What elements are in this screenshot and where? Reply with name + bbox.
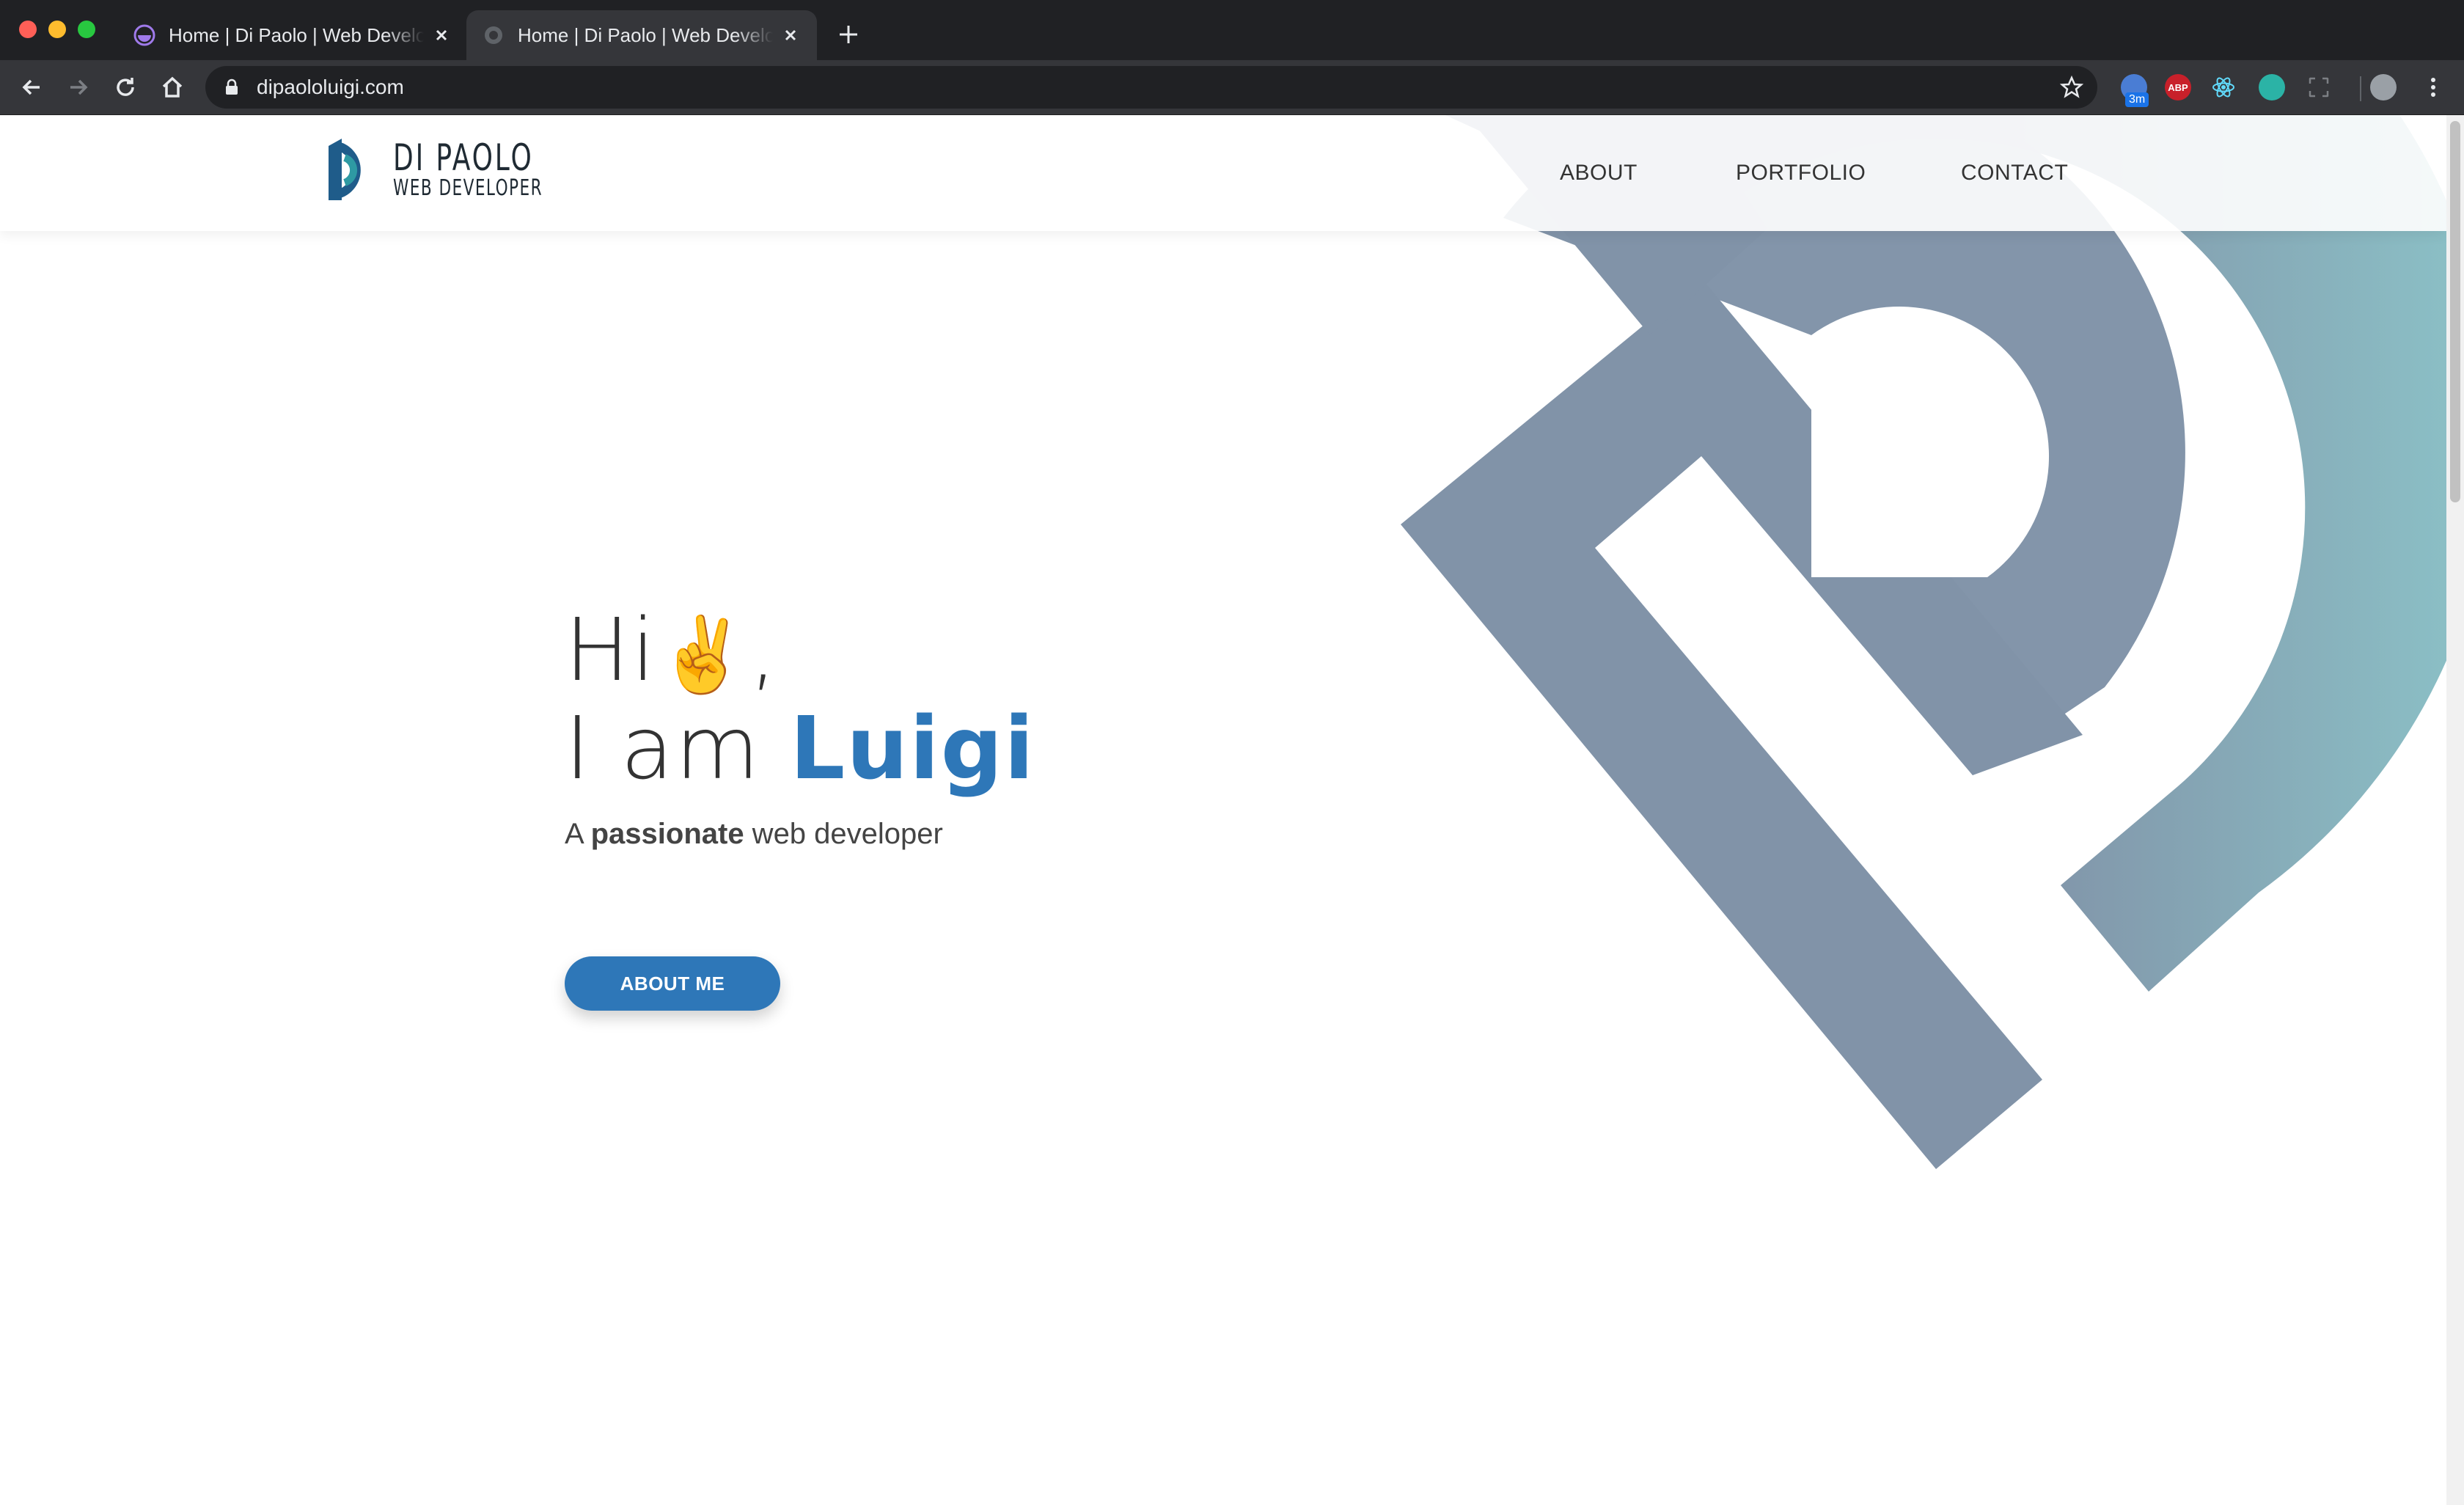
new-tab-icon[interactable] — [836, 22, 861, 47]
adblock-label: ABP — [2168, 81, 2188, 93]
nav-portfolio[interactable]: PORTFOLIO — [1736, 161, 1866, 186]
intro-text: I am — [565, 697, 791, 799]
greeting-text: Hi — [565, 599, 657, 700]
lock-icon[interactable] — [223, 78, 241, 96]
hero-intro: I am Luigi — [565, 705, 1035, 791]
browser-tab-2[interactable]: Home | Di Paolo | Web Developer — [466, 10, 817, 60]
forward-arrow-icon[interactable] — [65, 73, 92, 101]
tab-title: Home | Di Paolo | Web Developer — [169, 23, 424, 46]
close-icon[interactable] — [780, 25, 801, 45]
subtitle-bold: passionate — [590, 818, 744, 850]
close-icon[interactable] — [431, 25, 452, 45]
nav-contact[interactable]: CONTACT — [1961, 161, 2068, 186]
back-arrow-icon[interactable] — [18, 73, 45, 101]
hero-section: Hi✌️, I am Luigi A passionate web develo… — [565, 607, 1035, 851]
brand-name: DI PAOLO — [393, 136, 534, 179]
greeting-comma: , — [749, 599, 779, 700]
minimize-window-button[interactable] — [48, 21, 66, 38]
site-header: DI PAOLO WEB DEVELOPER ABOUT PORTFOLIO C… — [0, 115, 2446, 231]
profile-avatar[interactable] — [2370, 74, 2397, 100]
nav-about[interactable]: ABOUT — [1560, 161, 1638, 186]
gatsby-favicon-icon — [133, 24, 155, 46]
maximize-window-button[interactable] — [78, 21, 95, 38]
browser-toolbar: dipaololuigi.com 3m ABP — [0, 60, 2464, 115]
fullscreen-extension-icon[interactable] — [2306, 74, 2332, 100]
extension-badge: 3m — [2125, 92, 2149, 107]
subtitle-prefix: A — [565, 818, 591, 850]
teal-extension-icon[interactable] — [2259, 74, 2285, 100]
brand-tagline: WEB DEVELOPER — [393, 175, 543, 201]
reload-icon[interactable] — [111, 73, 139, 101]
hero-name: Luigi — [790, 697, 1035, 799]
browser-tab-1[interactable]: Home | Di Paolo | Web Developer — [117, 10, 468, 60]
about-me-button[interactable]: ABOUT ME — [565, 956, 780, 1011]
page-scrollbar-thumb[interactable] — [2450, 121, 2460, 502]
adblock-extension-icon[interactable]: ABP — [2165, 74, 2191, 100]
home-icon[interactable] — [158, 73, 186, 101]
react-devtools-icon[interactable] — [2210, 74, 2237, 100]
kebab-menu-icon[interactable] — [2420, 74, 2446, 100]
hero-greeting: Hi✌️, — [565, 607, 1035, 693]
url-text[interactable]: dipaololuigi.com — [257, 76, 404, 99]
dp-logo-icon — [329, 139, 361, 200]
globe-icon — [485, 26, 502, 44]
background-logo-graphic — [1401, 115, 2446, 1169]
bookmark-star-icon[interactable] — [2059, 75, 2084, 100]
brand-text: DI PAOLO WEB DEVELOPER — [393, 139, 601, 200]
browser-tab-bar: Home | Di Paolo | Web Developer Home | D… — [0, 0, 2464, 60]
tab-title: Home | Di Paolo | Web Developer — [518, 23, 773, 46]
victory-hand-emoji: ✌️ — [656, 612, 750, 697]
toolbar-divider — [2360, 76, 2361, 101]
site-logo[interactable]: DI PAOLO WEB DEVELOPER — [326, 136, 601, 203]
hero-subtitle: A passionate web developer — [565, 818, 1035, 851]
close-window-button[interactable] — [19, 21, 37, 38]
subtitle-suffix: web developer — [744, 818, 943, 850]
address-bar[interactable]: dipaololuigi.com — [205, 66, 2097, 109]
webpage-viewport: DI PAOLO WEB DEVELOPER ABOUT PORTFOLIO C… — [0, 115, 2446, 1505]
